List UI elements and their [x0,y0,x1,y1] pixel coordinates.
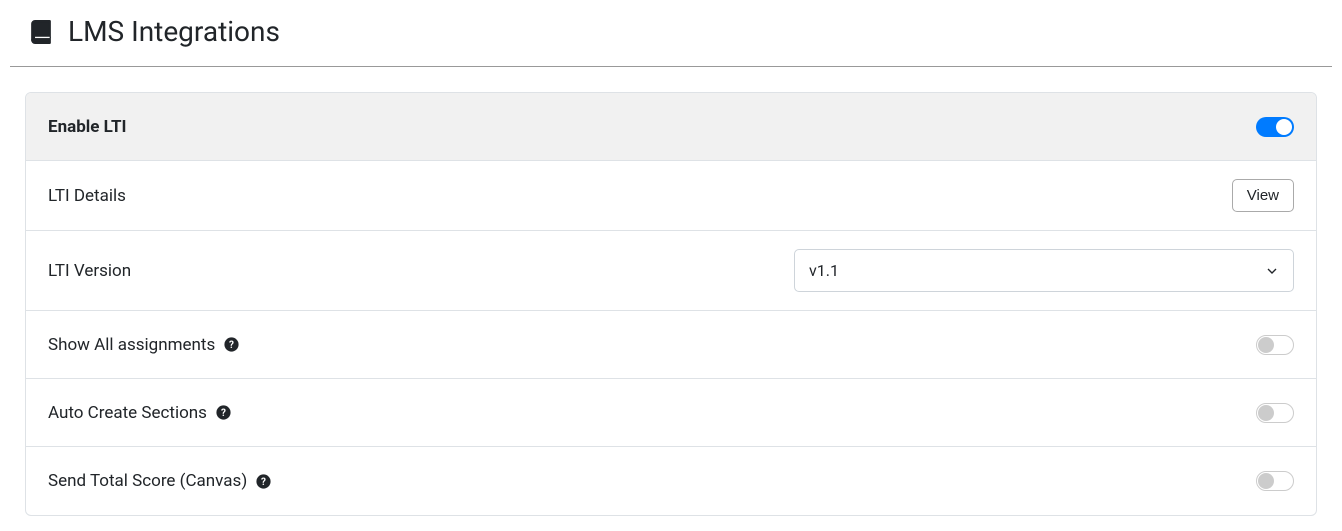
label-auto-create-sections: Auto Create Sections ? [48,403,232,423]
settings-panel: Enable LTI LTI Details View LTI Version … [25,92,1317,516]
row-enable-lti: Enable LTI [26,93,1316,161]
page-header: LMS Integrations [10,15,1332,67]
row-auto-create-sections: Auto Create Sections ? [26,379,1316,447]
label-lti-version: LTI Version [48,261,131,281]
label-send-total-score: Send Total Score (Canvas) ? [48,471,272,491]
toggle-send-total-score[interactable] [1256,471,1294,491]
toggle-enable-lti[interactable] [1256,117,1294,137]
svg-text:?: ? [221,408,226,419]
label-show-all-assignments: Show All assignments ? [48,335,240,355]
page-title: LMS Integrations [68,15,280,48]
svg-text:?: ? [229,340,234,351]
svg-text:?: ? [261,477,266,488]
view-button[interactable]: View [1232,179,1294,212]
help-icon[interactable]: ? [223,336,240,353]
row-send-total-score: Send Total Score (Canvas) ? [26,447,1316,515]
help-icon[interactable]: ? [215,404,232,421]
help-icon[interactable]: ? [255,473,272,490]
row-lti-version: LTI Version v1.1 [26,231,1316,311]
row-show-all-assignments: Show All assignments ? [26,311,1316,379]
book-icon [28,19,54,45]
label-enable-lti: Enable LTI [48,117,126,137]
toggle-auto-create-sections[interactable] [1256,403,1294,423]
row-lti-details: LTI Details View [26,161,1316,231]
toggle-show-all-assignments[interactable] [1256,335,1294,355]
label-lti-details: LTI Details [48,186,126,206]
lti-version-select[interactable]: v1.1 [794,249,1294,292]
